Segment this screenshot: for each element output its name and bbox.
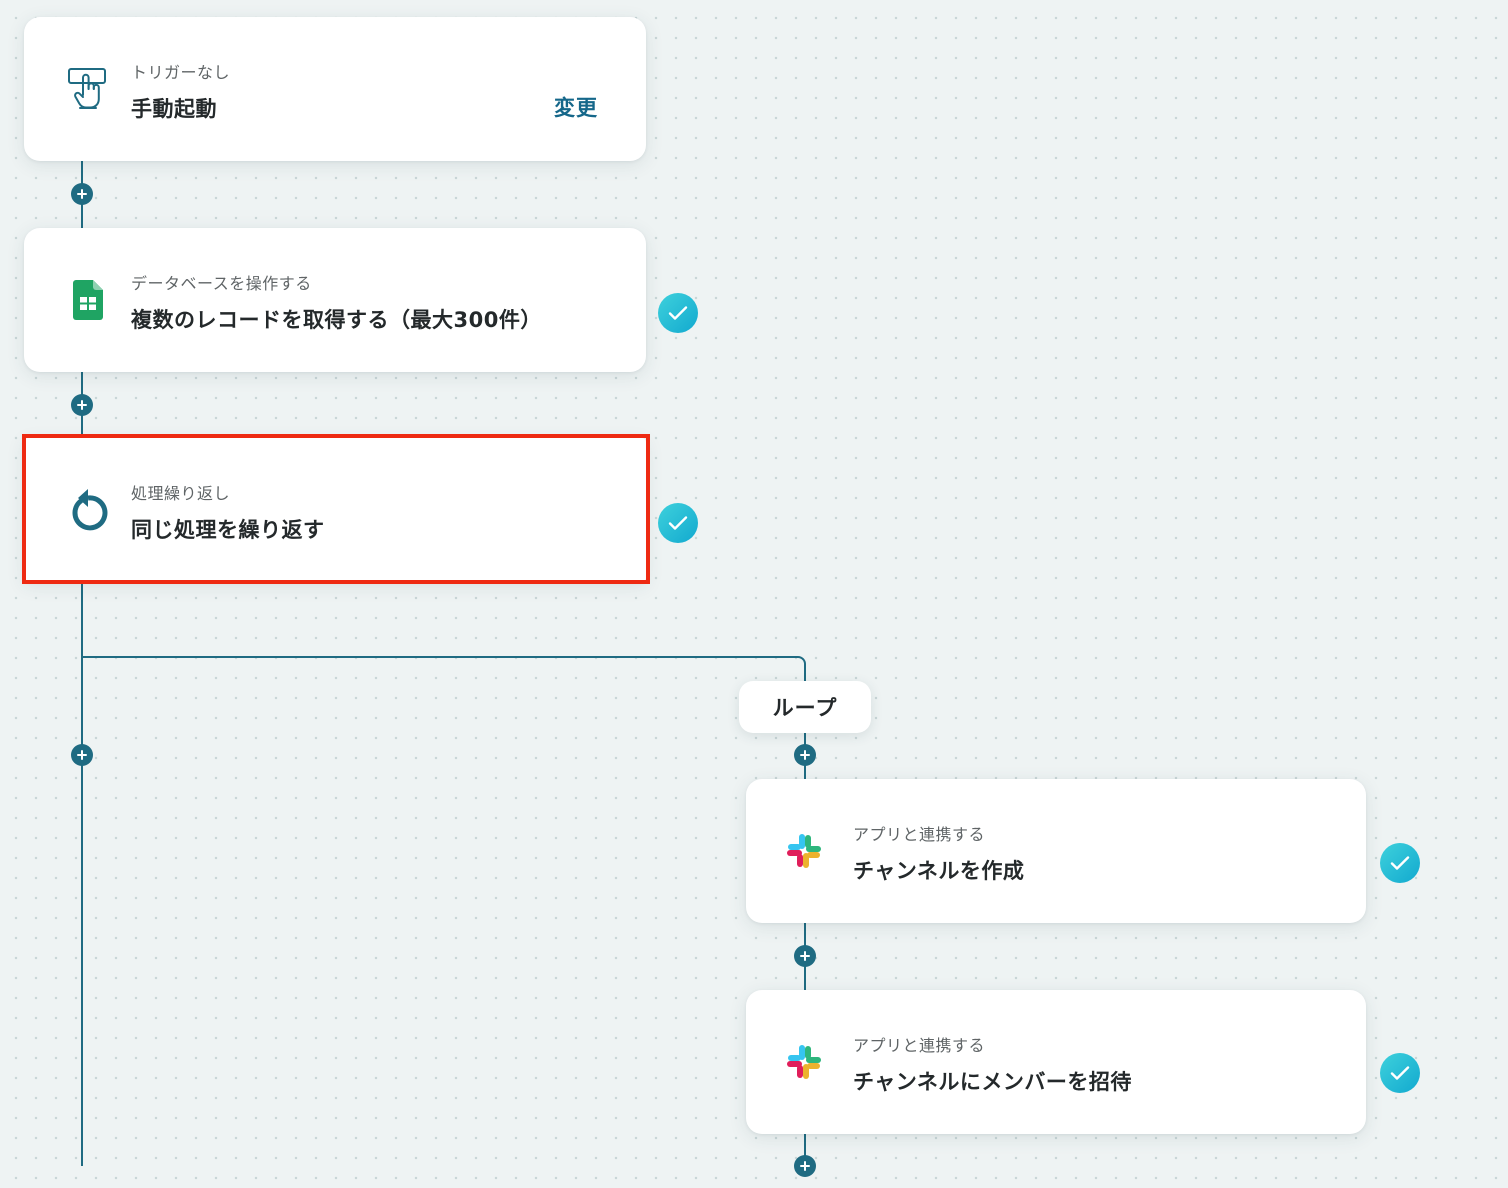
step-category: 処理繰り返し — [131, 484, 231, 503]
step-card-slack-create-channel[interactable]: アプリと連携する チャンネルを作成 — [746, 779, 1366, 923]
step-category: アプリと連携する — [853, 825, 986, 844]
hand-tap-icon — [64, 65, 112, 113]
add-loop-step-button[interactable] — [794, 1155, 816, 1177]
check-icon — [658, 293, 698, 333]
step-card-database[interactable]: データベースを操作する 複数のレコードを取得する（最大300件） — [24, 228, 646, 372]
step-title: チャンネルを作成 — [853, 859, 1025, 883]
change-trigger-button[interactable]: 変更 — [554, 92, 598, 122]
step-title: 同じ処理を繰り返す — [131, 518, 325, 542]
slack-icon — [780, 1038, 828, 1086]
plus-icon — [77, 400, 87, 410]
plus-icon — [800, 951, 810, 961]
check-icon — [1380, 843, 1420, 883]
google-sheets-icon — [64, 276, 112, 324]
plus-icon — [800, 750, 810, 760]
loop-repeat-icon — [64, 486, 112, 534]
loop-label: ループ — [739, 681, 871, 733]
add-loop-step-button[interactable] — [794, 744, 816, 766]
add-step-button[interactable] — [71, 744, 93, 766]
loop-branch-drop — [804, 666, 806, 682]
step-title: チャンネルにメンバーを招待 — [853, 1070, 1132, 1094]
check-icon — [1380, 1053, 1420, 1093]
step-category: アプリと連携する — [853, 1036, 986, 1055]
add-step-button[interactable] — [71, 183, 93, 205]
plus-icon — [77, 189, 87, 199]
add-step-button[interactable] — [71, 394, 93, 416]
step-title: 複数のレコードを取得する（最大300件） — [131, 308, 542, 332]
step-category: データベースを操作する — [131, 274, 312, 293]
step-title: 手動起動 — [131, 97, 217, 121]
check-icon — [658, 503, 698, 543]
loop-branch-line — [82, 656, 796, 658]
step-card-trigger[interactable]: トリガーなし 手動起動 変更 — [24, 17, 646, 161]
plus-icon — [800, 1161, 810, 1171]
slack-icon — [780, 827, 828, 875]
plus-icon — [77, 750, 87, 760]
step-category: トリガーなし — [131, 63, 231, 82]
step-card-slack-invite-members[interactable]: アプリと連携する チャンネルにメンバーを招待 — [746, 990, 1366, 1134]
step-card-loop[interactable]: 処理繰り返し 同じ処理を繰り返す — [24, 438, 646, 582]
add-loop-step-button[interactable] — [794, 945, 816, 967]
